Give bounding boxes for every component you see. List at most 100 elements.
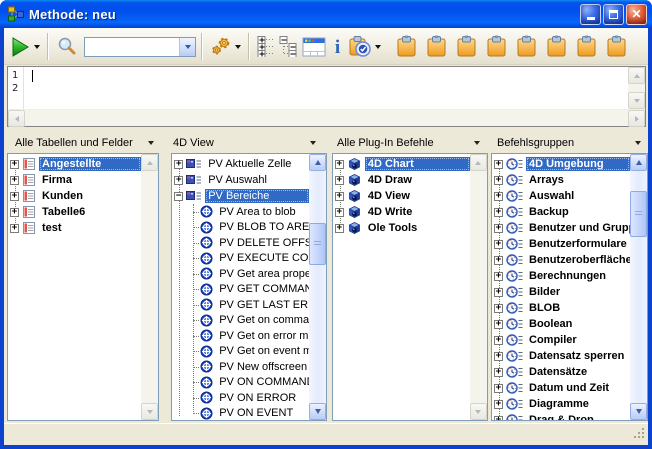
tree-item[interactable]: PV DELETE OFFSCREEN AREA — [172, 235, 309, 251]
tree-item[interactable]: +4D Umgebung — [492, 156, 630, 172]
tree-item[interactable]: +PV Aktuelle Zelle — [172, 156, 309, 172]
expand-box-icon[interactable]: + — [494, 192, 503, 201]
expand-box-icon[interactable]: + — [10, 176, 19, 185]
scroll-down-button[interactable] — [470, 403, 487, 420]
tree-item[interactable]: +Kunden — [8, 188, 141, 204]
expand-box-icon[interactable]: + — [494, 304, 503, 313]
tree-item[interactable]: +4D View — [333, 188, 470, 204]
expand-box-icon[interactable]: + — [174, 176, 183, 185]
tree-item[interactable]: +Backup — [492, 204, 630, 220]
run-button[interactable] — [7, 31, 42, 62]
expand-box-icon[interactable]: + — [335, 224, 344, 233]
editor-horizontal-scrollbar[interactable] — [8, 109, 645, 126]
tree-item[interactable]: PV GET COMMAND INFO — [172, 282, 309, 298]
tree-item[interactable]: +Auswahl — [492, 188, 630, 204]
tree-item[interactable]: +PV Auswahl — [172, 172, 309, 188]
collapse-box-icon[interactable]: − — [174, 192, 183, 201]
tree-item[interactable]: PV ON EVENT — [172, 406, 309, 421]
tree-item[interactable]: +Tabelle6 — [8, 204, 141, 220]
scrollbar-track[interactable] — [309, 171, 326, 403]
tree-item[interactable]: +Boolean — [492, 316, 630, 332]
form-window-button[interactable] — [300, 31, 329, 62]
expand-box-icon[interactable]: + — [10, 208, 19, 217]
expand-box-icon[interactable]: + — [494, 208, 503, 217]
chevron-down-icon[interactable] — [635, 141, 641, 145]
tree-item[interactable]: PV Get on error method — [172, 328, 309, 344]
combobox-dropdown-button[interactable] — [179, 38, 195, 56]
pane-vertical-scrollbar[interactable] — [630, 154, 647, 420]
scroll-up-button[interactable] — [628, 67, 645, 84]
expand-all-button[interactable] — [255, 31, 277, 62]
expand-box-icon[interactable]: + — [10, 160, 19, 169]
pane-vertical-scrollbar[interactable] — [141, 154, 158, 420]
clipboard-button[interactable] — [601, 31, 631, 62]
tree-item[interactable]: PV Get on command method — [172, 313, 309, 329]
clipboard-history-button[interactable] — [346, 31, 383, 62]
tree-item[interactable]: +Firma — [8, 172, 141, 188]
tree-item[interactable]: PV Get on event method — [172, 344, 309, 360]
tree-item[interactable]: PV ON COMMAND — [172, 375, 309, 391]
scroll-left-button[interactable] — [8, 110, 25, 127]
code-text-area[interactable] — [24, 67, 628, 109]
scroll-right-button[interactable] — [628, 110, 645, 127]
tree-item[interactable]: +Benutzer und Gruppen — [492, 220, 630, 236]
expand-box-icon[interactable]: + — [494, 320, 503, 329]
header-4d-view[interactable]: 4D View — [165, 133, 321, 153]
tree-item[interactable]: +4D Draw — [333, 172, 470, 188]
expand-box-icon[interactable]: + — [335, 160, 344, 169]
clipboard-button[interactable] — [541, 31, 571, 62]
expand-box-icon[interactable]: + — [174, 160, 183, 169]
scroll-down-button[interactable] — [630, 403, 647, 420]
tree-item[interactable]: +Berechnungen — [492, 268, 630, 284]
scroll-up-button[interactable] — [630, 154, 647, 171]
expand-box-icon[interactable]: + — [494, 368, 503, 377]
chevron-down-icon[interactable] — [148, 141, 154, 145]
expand-box-icon[interactable]: + — [494, 240, 503, 249]
expand-box-icon[interactable]: + — [494, 160, 503, 169]
tree-item[interactable]: +Compiler — [492, 332, 630, 348]
editor-vertical-scrollbar[interactable] — [628, 67, 645, 109]
tree-item[interactable]: +Ole Tools — [333, 220, 470, 236]
tree-item[interactable]: +Drag & Drop — [492, 412, 630, 420]
tree-item[interactable]: +Bilder — [492, 284, 630, 300]
scroll-up-button[interactable] — [141, 154, 158, 171]
scroll-up-button[interactable] — [470, 154, 487, 171]
tree-item[interactable]: PV ON ERROR — [172, 390, 309, 406]
scroll-down-button[interactable] — [141, 403, 158, 420]
scrollbar-track[interactable] — [25, 110, 628, 126]
expand-box-icon[interactable]: + — [494, 224, 503, 233]
expand-box-icon[interactable]: + — [335, 192, 344, 201]
tree-item[interactable]: +Datensatz sperren — [492, 348, 630, 364]
header-tables[interactable]: Alle Tabellen und Felder — [7, 133, 159, 153]
chevron-down-icon[interactable] — [474, 141, 480, 145]
clipboard-button[interactable] — [421, 31, 451, 62]
info-button[interactable]: i — [329, 31, 346, 62]
tree-item[interactable]: +Datensätze — [492, 364, 630, 380]
tree-item[interactable]: +Diagramme — [492, 396, 630, 412]
tree-item[interactable]: PV EXECUTE COMMAND — [172, 251, 309, 267]
minimize-button[interactable] — [580, 4, 601, 25]
tree-item[interactable]: +Benutzeroberfläche — [492, 252, 630, 268]
search-input[interactable] — [85, 38, 179, 56]
scrollbar-thumb[interactable] — [630, 191, 647, 237]
search-combobox[interactable] — [84, 37, 196, 57]
collapse-all-button[interactable] — [277, 31, 300, 62]
tree-item[interactable]: PV BLOB TO AREA — [172, 220, 309, 236]
tree-item[interactable]: +Benutzerformulare — [492, 236, 630, 252]
scroll-up-button[interactable] — [309, 154, 326, 171]
expand-box-icon[interactable]: + — [494, 352, 503, 361]
expand-box-icon[interactable]: + — [494, 256, 503, 265]
scrollbar-track[interactable] — [630, 171, 647, 403]
pane-vertical-scrollbar[interactable] — [470, 154, 487, 420]
tree-item[interactable]: +test — [8, 220, 141, 236]
tree-item[interactable]: +Datum und Zeit — [492, 380, 630, 396]
clipboard-button[interactable] — [571, 31, 601, 62]
search-button[interactable] — [54, 31, 79, 62]
tree-item[interactable]: +Arrays — [492, 172, 630, 188]
expand-box-icon[interactable]: + — [335, 176, 344, 185]
expand-box-icon[interactable]: + — [494, 176, 503, 185]
tree-item[interactable]: −PV Bereiche — [172, 188, 309, 204]
expand-box-icon[interactable]: + — [494, 336, 503, 345]
tree-item[interactable]: +Angestellte — [8, 156, 141, 172]
expand-box-icon[interactable]: + — [10, 192, 19, 201]
